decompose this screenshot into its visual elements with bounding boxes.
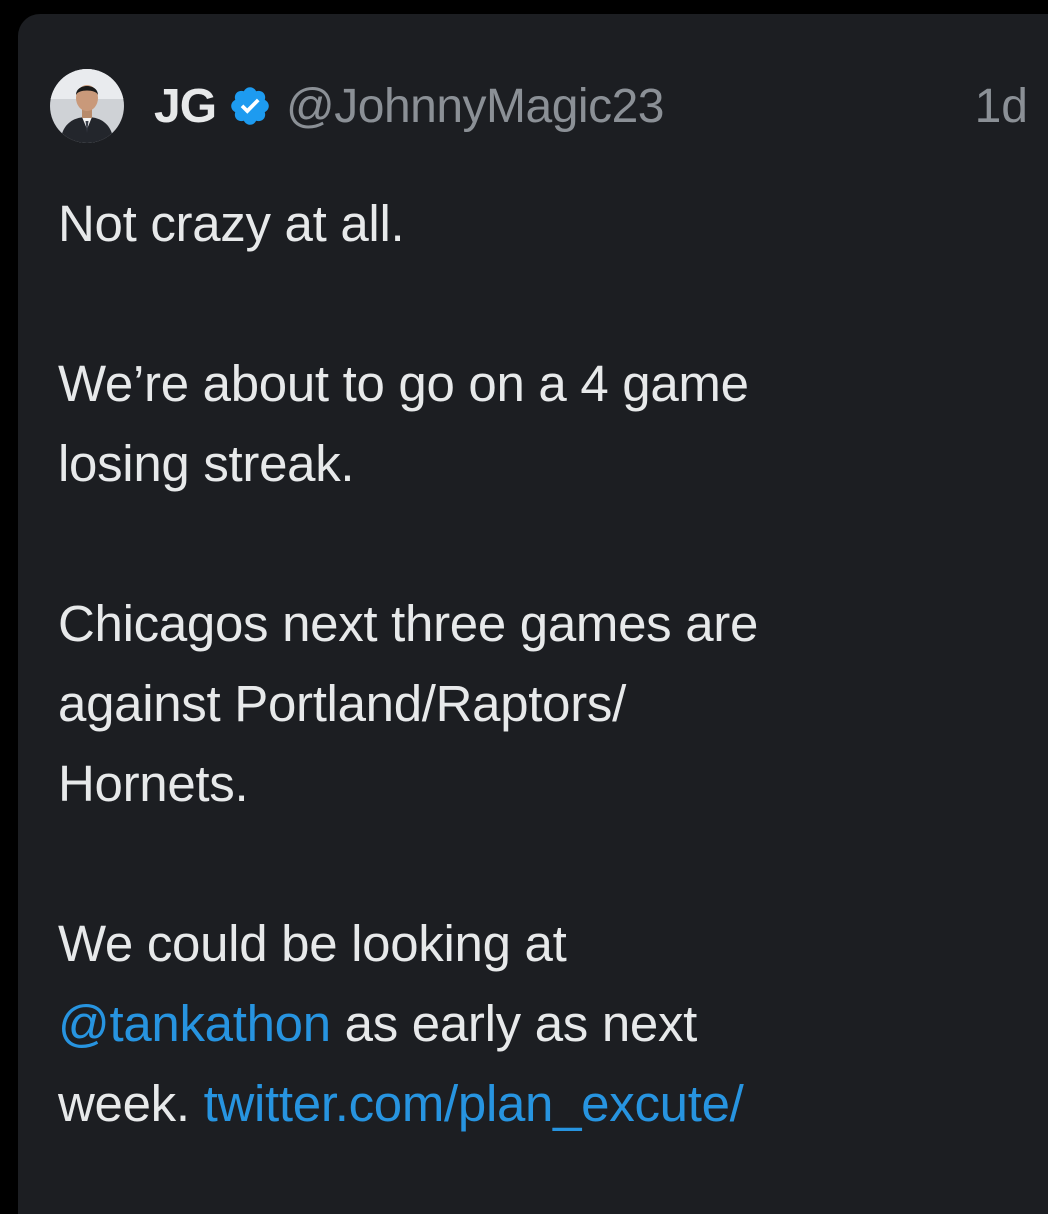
text-line: Not crazy at all.: [58, 195, 405, 252]
text-line: We’re about to go on a 4 game: [58, 355, 749, 412]
text-line: losing streak.: [58, 435, 355, 492]
text-line: We could be looking at: [58, 915, 567, 972]
paragraph: We’re about to go on a 4 game losing str…: [58, 344, 1018, 504]
text-fragment: as early as next: [330, 995, 698, 1052]
tweet-card[interactable]: JG @JohnnyMagic23 1d Not crazy at all. W…: [18, 14, 1048, 1214]
text-line: Chicagos next three games are: [58, 595, 759, 652]
timestamp[interactable]: 1d: [975, 79, 1028, 134]
display-name[interactable]: JG: [154, 79, 217, 134]
tweet-header: JG @JohnnyMagic23 1d: [50, 69, 1048, 143]
url-link[interactable]: twitter.com/plan_excute/: [204, 1075, 744, 1132]
text-line: against Portland/Raptors/: [58, 675, 626, 732]
avatar[interactable]: [50, 69, 124, 143]
text-line: Hornets.: [58, 755, 249, 812]
user-handle[interactable]: @JohnnyMagic23: [286, 79, 664, 134]
verified-badge-icon: [228, 84, 272, 128]
paragraph: Not crazy at all.: [58, 184, 1018, 264]
tweet-body: Not crazy at all. We’re about to go on a…: [58, 184, 1018, 1144]
text-line: @tankathon as early as next: [58, 984, 1018, 1064]
text-line: week. twitter.com/plan_excute/: [58, 1064, 1018, 1144]
paragraph: Chicagos next three games are against Po…: [58, 584, 1018, 824]
mention-link[interactable]: @tankathon: [58, 995, 331, 1052]
text-fragment: week.: [58, 1075, 204, 1132]
paragraph: We could be looking at @tankathon as ear…: [58, 904, 1018, 1144]
